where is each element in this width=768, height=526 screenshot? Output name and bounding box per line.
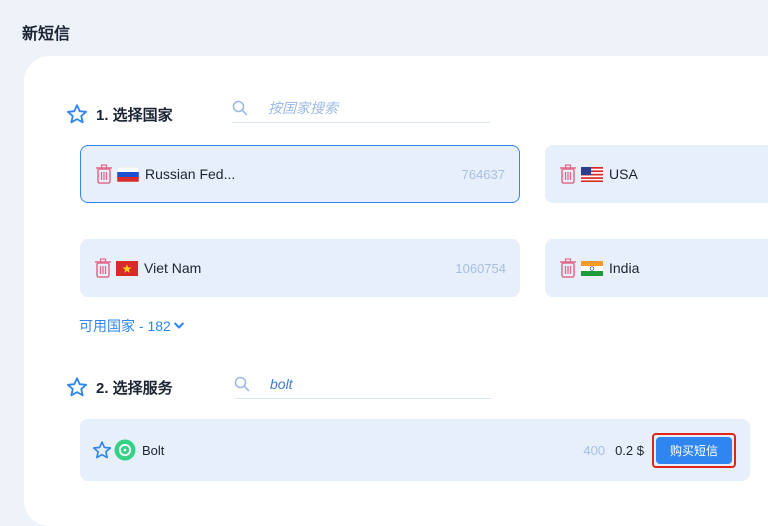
russia-flag-icon bbox=[117, 166, 139, 182]
buy-sms-button[interactable]: 购买短信 bbox=[655, 436, 732, 464]
available-countries-toggle[interactable]: 可用国家 - 182 bbox=[79, 316, 184, 336]
service-section-header: 2. 选择服务 bbox=[66, 376, 173, 398]
country-card-vietnam[interactable]: Viet Nam 1060754 bbox=[80, 239, 520, 297]
chevron-down-icon bbox=[174, 322, 184, 329]
vietnam-flag-icon bbox=[116, 260, 138, 276]
star-icon[interactable] bbox=[92, 440, 112, 460]
service-count: 400 bbox=[583, 442, 606, 458]
star-icon[interactable] bbox=[66, 376, 88, 398]
trash-icon[interactable] bbox=[94, 258, 112, 278]
trash-icon[interactable] bbox=[559, 258, 577, 278]
country-name: India bbox=[609, 260, 640, 276]
service-row-bolt[interactable]: Bolt 400 0.2 $ 购买短信 bbox=[80, 419, 750, 481]
service-section-title: 2. 选择服务 bbox=[96, 379, 173, 397]
trash-icon[interactable] bbox=[559, 164, 577, 184]
trash-icon[interactable] bbox=[95, 164, 113, 184]
service-search[interactable] bbox=[234, 370, 492, 399]
bolt-logo-icon bbox=[114, 439, 136, 461]
country-count: 764637 bbox=[461, 166, 505, 182]
country-section-header: 1. 选择国家 bbox=[66, 103, 173, 125]
buy-button-highlight: 购买短信 bbox=[651, 432, 736, 468]
country-card-russia[interactable]: Russian Fed... 764637 bbox=[80, 145, 520, 203]
star-icon[interactable] bbox=[66, 103, 88, 125]
country-card-india[interactable]: India bbox=[545, 239, 768, 297]
country-name: Russian Fed... bbox=[145, 166, 236, 182]
country-search-input[interactable] bbox=[266, 99, 470, 117]
country-name: Viet Nam bbox=[144, 260, 202, 276]
service-search-input[interactable] bbox=[268, 375, 472, 393]
country-count: 1060754 bbox=[455, 260, 506, 276]
country-section-title: 1. 选择国家 bbox=[96, 106, 173, 124]
search-icon bbox=[232, 100, 248, 116]
service-price: 0.2 $ bbox=[615, 442, 644, 458]
india-flag-icon bbox=[581, 260, 603, 276]
country-card-usa[interactable]: USA bbox=[545, 145, 768, 203]
country-search[interactable] bbox=[232, 94, 490, 123]
usa-flag-icon bbox=[581, 166, 603, 182]
search-icon bbox=[234, 376, 250, 392]
country-name: USA bbox=[609, 166, 638, 182]
available-countries-label: 可用国家 - 182 bbox=[79, 318, 171, 334]
service-name: Bolt bbox=[142, 442, 165, 458]
page-title: 新短信 bbox=[22, 26, 71, 43]
